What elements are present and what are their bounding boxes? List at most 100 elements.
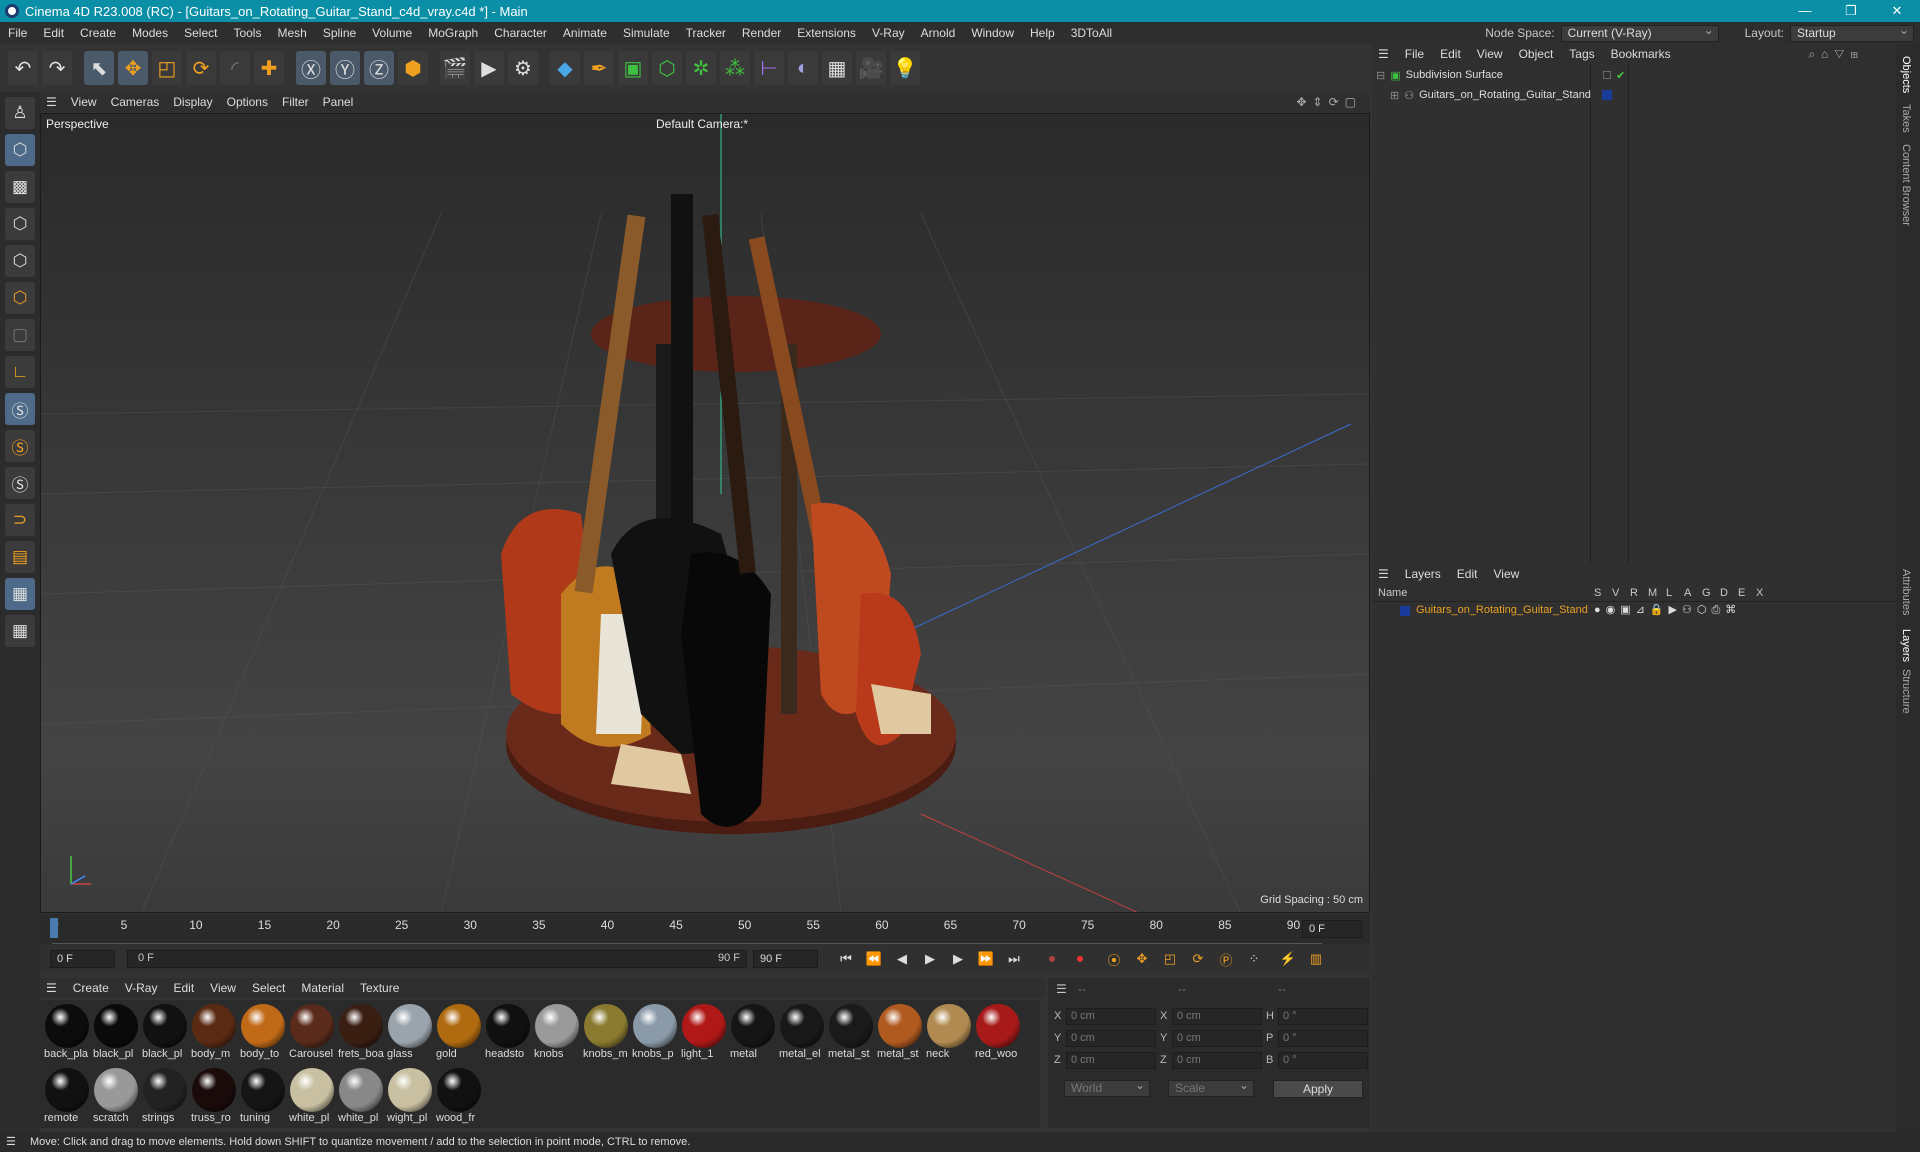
menu-mesh[interactable]: Mesh xyxy=(269,26,314,40)
layers-menu-layers[interactable]: Layers xyxy=(1397,567,1449,581)
field-icon[interactable]: ◐ xyxy=(788,51,818,85)
side-tab-structure[interactable]: Structure xyxy=(1900,669,1912,714)
last-tool-icon[interactable]: ✚ xyxy=(254,51,284,85)
polygons-mode-icon[interactable]: ⬡ xyxy=(5,282,35,314)
material-swatch[interactable]: white_pl xyxy=(289,1068,335,1126)
material-menu-material[interactable]: Material xyxy=(293,981,352,995)
light-icon[interactable]: 💡 xyxy=(890,51,920,85)
make-editable-icon[interactable]: ♙ xyxy=(5,97,35,129)
material-swatch[interactable]: back_pla xyxy=(44,1004,90,1062)
menu-spline[interactable]: Spline xyxy=(315,26,364,40)
side-tab-objects[interactable]: Objects xyxy=(1900,56,1912,93)
rotate-tool-icon[interactable]: ⟳ xyxy=(186,51,216,85)
material-swatch[interactable]: body_m xyxy=(191,1004,237,1062)
array-icon[interactable]: ✲ xyxy=(686,51,716,85)
coord-pos-z-field[interactable]: 0 cm xyxy=(1066,1052,1156,1069)
menu-window[interactable]: Window xyxy=(963,26,1022,40)
minimize-button[interactable]: — xyxy=(1782,0,1828,22)
timeline-ruler[interactable]: 051015202530354045505560657075808590 0 F xyxy=(40,914,1370,944)
coordinate-system-icon[interactable]: ⬢ xyxy=(398,51,428,85)
viewport-menu-panel[interactable]: Panel xyxy=(316,95,361,109)
menu-tracker[interactable]: Tracker xyxy=(678,26,734,40)
material-swatch[interactable]: light_1 xyxy=(681,1004,727,1062)
objects-menu-object[interactable]: Object xyxy=(1511,47,1562,61)
quantize-icon[interactable]: Ⓢ xyxy=(5,467,35,499)
menu-edit[interactable]: Edit xyxy=(35,26,72,40)
y-axis-icon[interactable]: Ⓨ xyxy=(330,51,360,85)
material-swatch[interactable]: red_woo xyxy=(975,1004,1021,1062)
coord-rot-h-field[interactable]: 0 ° xyxy=(1278,1008,1368,1025)
current-frame-field[interactable]: 0 F xyxy=(1302,920,1362,938)
model-mode-icon[interactable]: ⬡ xyxy=(5,134,35,166)
layer-flag-header[interactable]: G xyxy=(1702,587,1720,599)
enabled-check-icon[interactable]: ✔ xyxy=(1616,69,1625,82)
axis-mode-icon[interactable]: ∟ xyxy=(5,356,35,388)
timeline-window-icon[interactable]: ▥ xyxy=(1306,949,1326,969)
material-swatch[interactable]: truss_ro xyxy=(191,1068,237,1126)
layers-menu-view[interactable]: View xyxy=(1485,567,1527,581)
side-tab-attributes[interactable]: Attributes xyxy=(1900,569,1912,615)
undo-icon[interactable]: ↶ xyxy=(8,51,38,85)
redo-icon[interactable]: ↷ xyxy=(42,51,72,85)
start-frame-field[interactable]: 0 F xyxy=(50,950,115,968)
points-mode-icon[interactable]: ⬡ xyxy=(5,208,35,240)
objects-menu-view[interactable]: View xyxy=(1469,47,1511,61)
coordinate-space-dropdown[interactable]: World xyxy=(1064,1078,1150,1097)
coord-size-z-field[interactable]: 0 cm xyxy=(1172,1052,1262,1069)
previous-key-icon[interactable]: ⏪ xyxy=(864,949,884,969)
viewport-camera-label[interactable]: Default Camera:* xyxy=(656,117,748,131)
live-select-icon[interactable]: ◜ xyxy=(220,51,250,85)
material-swatch[interactable]: frets_boa xyxy=(338,1004,384,1062)
menu-arnold[interactable]: Arnold xyxy=(913,26,964,40)
layer-flag-header[interactable]: E xyxy=(1738,587,1756,599)
menu-file[interactable]: File xyxy=(0,26,35,40)
z-axis-icon[interactable]: Ⓩ xyxy=(364,51,394,85)
menu-render[interactable]: Render xyxy=(734,26,789,40)
menu-modes[interactable]: Modes xyxy=(124,26,176,40)
material-hamburger-icon[interactable]: ☰ xyxy=(40,981,65,995)
render-view-icon[interactable]: 🎬 xyxy=(440,51,470,85)
material-menu-create[interactable]: Create xyxy=(65,981,117,995)
material-swatch[interactable]: wight_pl xyxy=(387,1068,433,1126)
menu-extensions[interactable]: Extensions xyxy=(789,26,864,40)
material-swatch[interactable]: headsto xyxy=(485,1004,531,1062)
expand-toggle-icon[interactable]: ⊞ xyxy=(1390,89,1399,102)
material-swatch[interactable]: glass xyxy=(387,1004,433,1062)
key-scale-icon[interactable]: ◰ xyxy=(1160,949,1180,969)
coord-pos-y-field[interactable]: 0 cm xyxy=(1066,1030,1156,1047)
edges-mode-icon[interactable]: ⬡ xyxy=(5,245,35,277)
menu-vray[interactable]: V-Ray xyxy=(864,26,913,40)
layout-dropdown[interactable]: Startup xyxy=(1790,23,1914,42)
coords-hamburger-icon[interactable]: ☰ xyxy=(1056,982,1067,996)
subdivision-icon[interactable]: ▣ xyxy=(618,51,648,85)
layer-flag-header[interactable]: S xyxy=(1594,587,1612,599)
status-hamburger-icon[interactable]: ☰ xyxy=(6,1132,16,1152)
uv-mode-icon[interactable]: ▢ xyxy=(5,319,35,351)
layer-flag-header[interactable]: L xyxy=(1666,587,1684,599)
coord-rot-p-field[interactable]: 0 ° xyxy=(1278,1030,1368,1047)
layer-color-swatch[interactable] xyxy=(1602,90,1612,100)
material-swatch[interactable]: metal xyxy=(730,1004,776,1062)
3d-viewport[interactable]: Perspective Default Camera:* Grid Spacin… xyxy=(40,113,1370,913)
material-swatch[interactable]: tuning xyxy=(240,1068,286,1126)
object-name-subdivision[interactable]: Subdivision Surface xyxy=(1406,69,1503,81)
motion-system-icon[interactable]: ⚡ xyxy=(1278,949,1298,969)
coord-rot-b-field[interactable]: 0 ° xyxy=(1278,1052,1368,1069)
viewport-menu-options[interactable]: Options xyxy=(220,95,275,109)
key-position-icon[interactable]: ✥ xyxy=(1132,949,1152,969)
next-frame-icon[interactable]: ▶ xyxy=(948,949,968,969)
viewport-menu-view[interactable]: View xyxy=(64,95,104,109)
render-settings-icon[interactable]: ⚙ xyxy=(508,51,538,85)
record-icon[interactable]: ⏺ xyxy=(1042,949,1062,969)
coord-size-y-field[interactable]: 0 cm xyxy=(1172,1030,1262,1047)
menu-select[interactable]: Select xyxy=(176,26,225,40)
key-param-icon[interactable]: Ⓟ xyxy=(1216,949,1236,969)
menu-3dtoall[interactable]: 3DToAll xyxy=(1063,26,1120,40)
menu-mograph[interactable]: MoGraph xyxy=(420,26,486,40)
material-swatch[interactable]: knobs xyxy=(534,1004,580,1062)
layer-flag-header[interactable]: A xyxy=(1684,587,1702,599)
go-to-end-icon[interactable]: ⏭ xyxy=(1004,949,1024,969)
material-menu-texture[interactable]: Texture xyxy=(352,981,407,995)
objects-menu-tags[interactable]: Tags xyxy=(1561,47,1602,61)
restore-button[interactable]: ❐ xyxy=(1828,0,1874,22)
